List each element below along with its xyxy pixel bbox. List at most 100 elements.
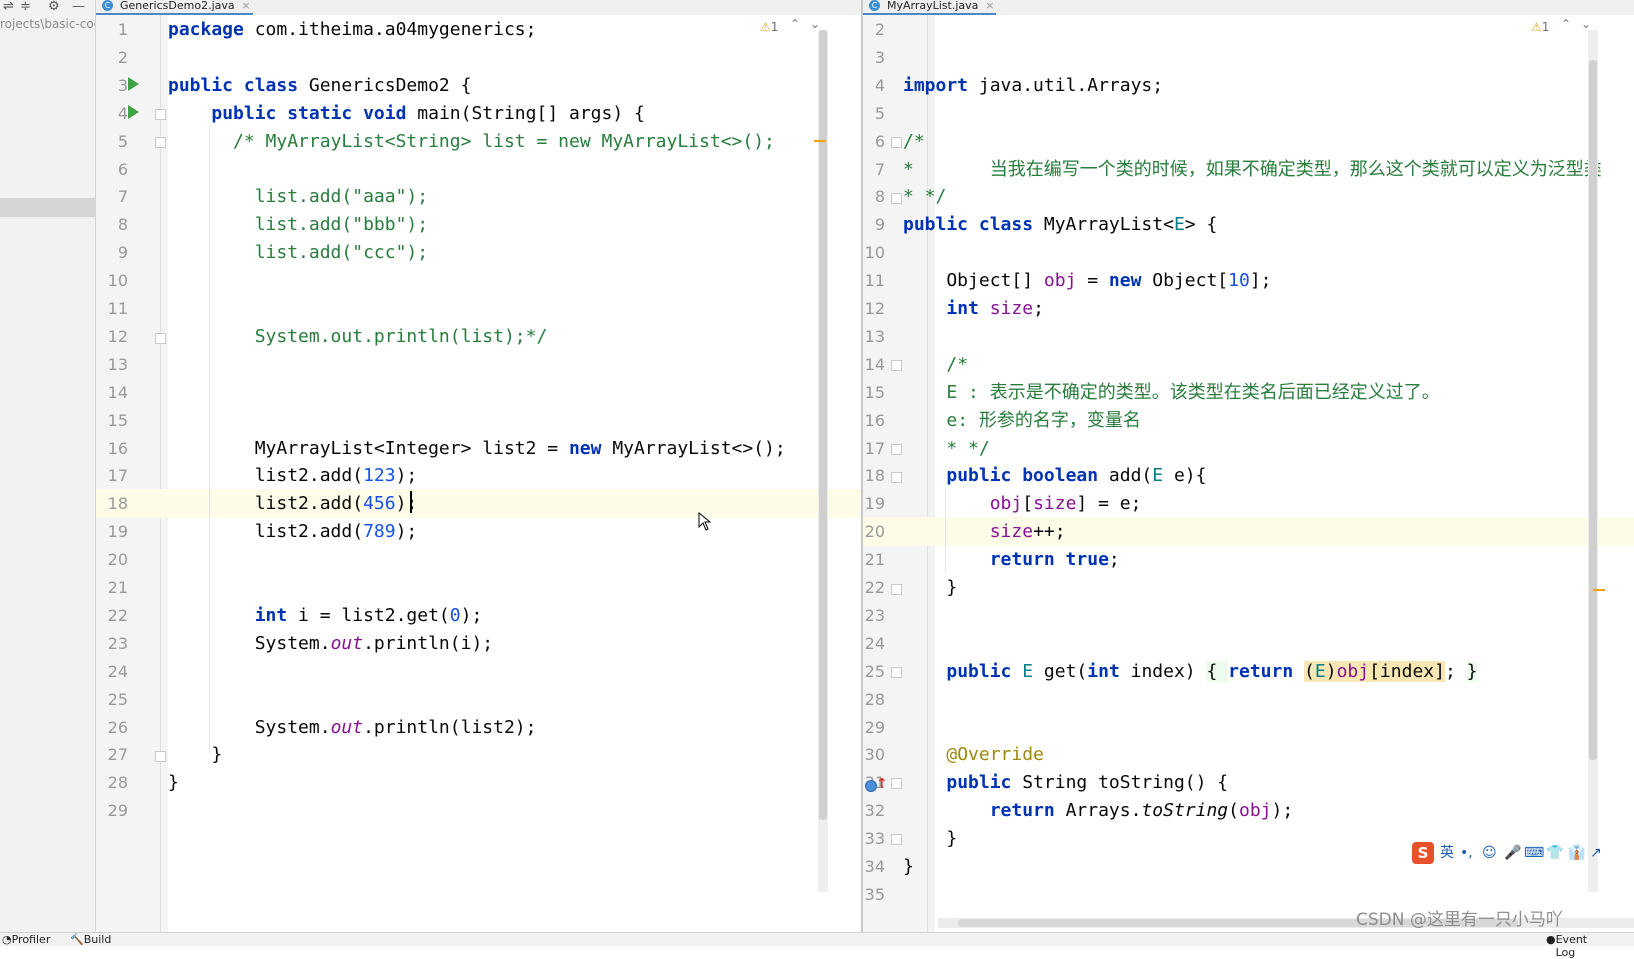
code-line[interactable]: 11 Object[] obj = new Object[10]; xyxy=(863,266,1634,295)
code-line[interactable]: 15 E : 表示是不确定的类型。该类型在类名后面已经定义过了。 xyxy=(863,378,1634,407)
code-text[interactable]: /* MyArrayList<String> list = new MyArra… xyxy=(168,127,775,156)
arrow-up-icon[interactable]: ↑ xyxy=(876,777,888,791)
code-text[interactable]: public String toString() { xyxy=(903,768,1228,797)
code-line[interactable]: 7 * 当我在编写一个类的时候，如果不确定类型，那么这个类就可以定义为泛型类 xyxy=(863,155,1634,184)
code-text[interactable]: return Arrays.toString(obj); xyxy=(903,796,1293,825)
code-line[interactable]: 27 } xyxy=(96,740,862,769)
code-text[interactable]: list2.add(789); xyxy=(168,517,418,546)
code-line[interactable]: 9 public class MyArrayList<E> { xyxy=(863,210,1634,239)
editor-generics-demo2[interactable]: C GenericsDemo2.java × 1 package com.ithe… xyxy=(96,0,862,932)
code-line[interactable]: 32 return Arrays.toString(obj); xyxy=(863,796,1634,825)
fold-icon[interactable] xyxy=(891,137,902,148)
fold-icon[interactable] xyxy=(891,444,902,455)
code-line[interactable]: 7 list.add("aaa"); xyxy=(96,182,862,211)
vertical-scrollbar-left[interactable] xyxy=(818,30,828,892)
editor-my-array-list[interactable]: C MyArrayList.java × 2 3 4 import java.util… xyxy=(863,0,1634,932)
code-line[interactable]: 15 xyxy=(96,406,862,435)
code-line[interactable]: 29 xyxy=(96,796,862,825)
code-line[interactable]: 3 public class GenericsDemo2 { xyxy=(96,71,862,100)
code-text[interactable]: @Override xyxy=(903,740,1044,769)
code-line[interactable]: 28} xyxy=(96,768,862,797)
code-line[interactable]: 29 xyxy=(863,713,1634,742)
code-line[interactable]: 14 xyxy=(96,378,862,407)
sort-icon[interactable]: ≑ xyxy=(20,0,31,14)
warning-stripe-marker[interactable] xyxy=(1593,589,1605,591)
fold-icon[interactable] xyxy=(155,137,166,148)
event-log-tab[interactable]: ● Event Log xyxy=(1546,933,1587,959)
fold-icon[interactable] xyxy=(891,778,902,789)
fold-icon[interactable] xyxy=(891,193,902,204)
code-text[interactable]: * */ xyxy=(903,434,989,463)
code-line[interactable]: 6 /* xyxy=(863,127,1634,156)
code-line[interactable]: 13 xyxy=(863,322,1634,351)
scroll-thumb[interactable] xyxy=(1589,60,1597,760)
code-line[interactable]: 17 * */ xyxy=(863,434,1634,463)
code-text[interactable]: /* xyxy=(903,350,968,379)
vertical-scrollbar-right[interactable] xyxy=(1588,30,1598,892)
code-text[interactable]: } xyxy=(903,852,914,881)
run-class-icon[interactable] xyxy=(128,77,139,91)
run-main-icon[interactable] xyxy=(128,105,139,119)
code-text[interactable]: System.out.println(list);*/ xyxy=(168,322,548,351)
code-text[interactable]: public class MyArrayList<E> { xyxy=(903,210,1217,239)
code-line[interactable]: 13 xyxy=(96,350,862,379)
code-text[interactable]: public class GenericsDemo2 { xyxy=(168,71,471,100)
code-text[interactable]: } xyxy=(903,573,957,602)
code-line[interactable]: 16 e: 形参的名字，变量名 xyxy=(863,406,1634,435)
code-text[interactable]: return true; xyxy=(903,545,1120,574)
code-text[interactable]: System.out.println(i); xyxy=(168,629,493,658)
fold-icon[interactable] xyxy=(155,751,166,762)
code-line[interactable]: 3 xyxy=(863,43,1634,72)
ime-logo[interactable]: S xyxy=(1412,842,1434,864)
code-text[interactable]: list.add("ccc"); xyxy=(168,238,428,267)
code-line[interactable]: 8 * */ xyxy=(863,182,1634,211)
code-line[interactable]: 22 int i = list2.get(0); xyxy=(96,601,862,630)
build-tab[interactable]: 🔨 Build xyxy=(70,933,111,946)
code-line[interactable]: 31 public String toString() { xyxy=(863,768,1634,797)
code-line[interactable]: 24 xyxy=(96,657,862,686)
code-line[interactable]: 11 xyxy=(96,294,862,323)
minimize-icon[interactable]: — xyxy=(72,0,85,14)
code-text[interactable]: list.add("aaa"); xyxy=(168,182,428,211)
code-line[interactable]: 30 @Override xyxy=(863,740,1634,769)
code-line[interactable]: 6 xyxy=(96,155,862,184)
code-line[interactable]: 23 System.out.println(i); xyxy=(96,629,862,658)
ime-punctuation[interactable]: •, xyxy=(1460,842,1473,864)
code-text[interactable]: size++; xyxy=(903,517,1066,546)
code-text[interactable]: Object[] obj = new Object[10]; xyxy=(903,266,1271,295)
code-text[interactable]: System.out.println(list2); xyxy=(168,713,537,742)
fold-icon[interactable] xyxy=(891,667,902,678)
warning-indicator[interactable]: ⚠1 xyxy=(1531,20,1549,34)
code-line[interactable]: 18 public boolean add(E e){ xyxy=(863,461,1634,490)
collapse-icon[interactable]: ⇌ xyxy=(3,0,14,14)
tab-my-array-list[interactable]: C MyArrayList.java × xyxy=(863,0,997,15)
chevron-down-icon[interactable]: ⌄ xyxy=(810,17,820,31)
code-line[interactable]: 23 xyxy=(863,601,1634,630)
code-text[interactable]: /* xyxy=(903,127,925,156)
code-text[interactable]: public boolean add(E e){ xyxy=(903,461,1206,490)
arrow-icon[interactable]: ↗ xyxy=(1590,842,1602,864)
code-line[interactable]: 22 } xyxy=(863,573,1634,602)
close-icon[interactable]: × xyxy=(985,0,994,12)
code-text[interactable]: * 当我在编写一个类的时候，如果不确定类型，那么这个类就可以定义为泛型类 xyxy=(903,155,1602,184)
chevron-up-icon[interactable]: ⌃ xyxy=(790,17,800,31)
code-line[interactable]: 18 list2.add(456); xyxy=(96,489,862,519)
skin-icon[interactable]: 👕 xyxy=(1546,842,1563,864)
code-line[interactable]: 24 xyxy=(863,629,1634,658)
fold-icon[interactable] xyxy=(891,360,902,371)
code-line[interactable]: 19 obj[size] = e; xyxy=(863,489,1634,518)
code-text[interactable]: package com.itheima.a04mygenerics; xyxy=(168,15,536,44)
close-icon[interactable]: × xyxy=(241,0,250,12)
fold-icon[interactable] xyxy=(155,333,166,344)
fold-icon[interactable] xyxy=(155,109,166,120)
code-line[interactable]: 20 xyxy=(96,545,862,574)
code-line[interactable]: 4 import java.util.Arrays; xyxy=(863,71,1634,100)
code-line[interactable]: 21 xyxy=(96,573,862,602)
code-line[interactable]: 25 xyxy=(96,685,862,714)
code-text[interactable]: list2.add(456); xyxy=(168,489,418,518)
code-line[interactable]: 12 int size; xyxy=(863,294,1634,323)
code-text[interactable]: E : 表示是不确定的类型。该类型在类名后面已经定义过了。 xyxy=(903,378,1439,407)
code-text[interactable]: int i = list2.get(0); xyxy=(168,601,483,630)
code-line[interactable]: 2 xyxy=(96,43,862,72)
code-line[interactable]: 28 xyxy=(863,685,1634,714)
